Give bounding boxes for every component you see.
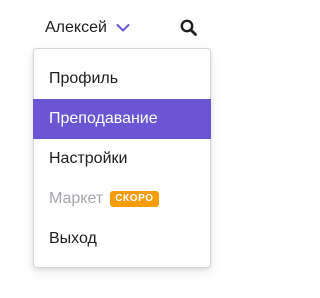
menu-item-logout[interactable]: Выход xyxy=(34,219,210,259)
menu-item-profile[interactable]: Профиль xyxy=(34,59,210,99)
menu-item-label: Профиль xyxy=(49,70,119,87)
menu-item-label: Выход xyxy=(49,230,97,247)
menu-item-label: Преподавание xyxy=(49,110,158,127)
menu-item-label: Настройки xyxy=(49,150,128,167)
menu-item-teaching[interactable]: Преподавание xyxy=(33,99,211,139)
user-dropdown-menu: Профиль Преподавание Настройки Маркет СК… xyxy=(33,48,211,268)
menu-item-market: Маркет СКОРО xyxy=(34,179,210,219)
coming-soon-badge: СКОРО xyxy=(110,191,159,207)
user-menu-toggle[interactable]: Алексей xyxy=(45,16,132,40)
menu-item-settings[interactable]: Настройки xyxy=(34,139,210,179)
chevron-down-icon xyxy=(116,16,132,40)
search-icon[interactable] xyxy=(179,18,199,38)
menu-item-label: Маркет xyxy=(49,190,104,207)
user-name: Алексей xyxy=(45,19,107,36)
